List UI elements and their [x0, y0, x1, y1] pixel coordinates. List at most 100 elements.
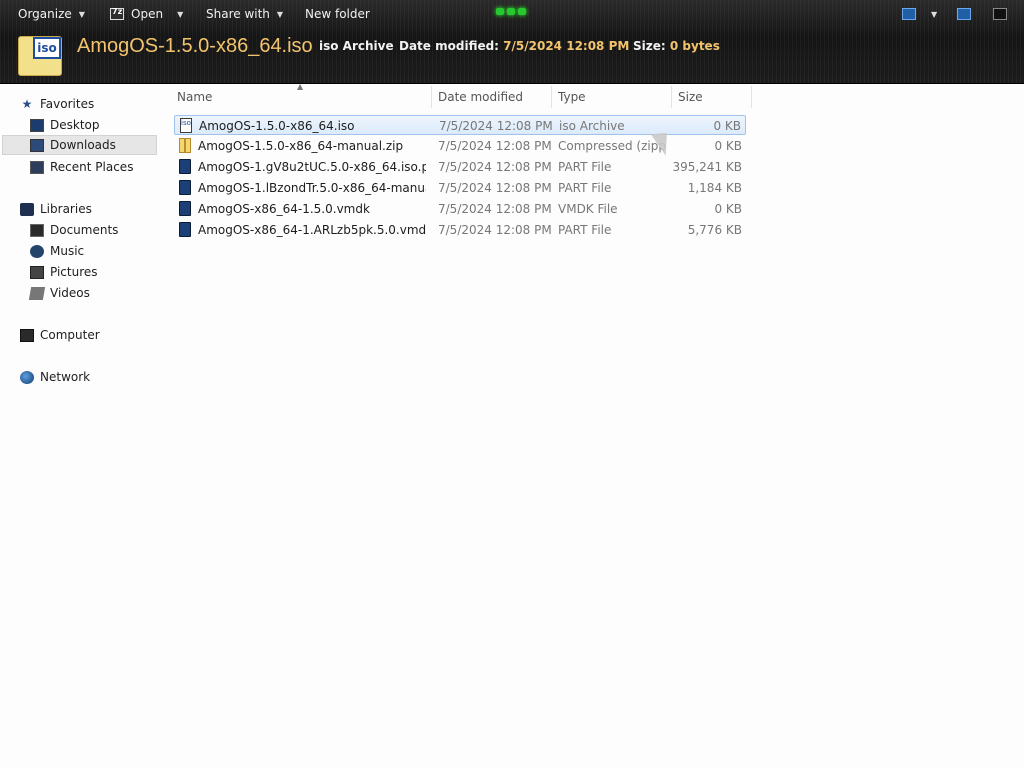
organize-button[interactable]: Organize ▼	[18, 7, 85, 21]
file-name: AmogOS-x86_64-1.5.0.vmdk	[198, 202, 370, 216]
share-with-button[interactable]: Share with ▼	[206, 7, 283, 21]
chevron-down-icon[interactable]: ▼	[177, 10, 183, 19]
column-headers: ▲ Name Date modified Type Size	[170, 82, 752, 108]
vmdk-file-icon	[179, 201, 191, 216]
change-view-icon[interactable]	[902, 8, 916, 20]
date-modified-label: Date modified:	[399, 39, 499, 53]
size-label: Size:	[633, 39, 666, 53]
part-file-icon	[179, 222, 191, 237]
zip-folder-icon	[179, 138, 191, 153]
organize-label: Organize	[18, 7, 72, 21]
file-size: 0 KB	[714, 139, 742, 153]
file-type: PART File	[558, 181, 612, 195]
network-icon	[20, 370, 34, 384]
nav-libraries-label: Libraries	[40, 202, 92, 216]
window-header: Organize ▼ Open ▼ Share with ▼ New folde…	[0, 0, 1024, 84]
recent-places-icon	[30, 160, 44, 174]
file-type: VMDK File	[558, 202, 618, 216]
nav-recent-places[interactable]: Recent Places	[30, 157, 133, 177]
size-value: 0 bytes	[669, 39, 720, 53]
open-label: Open	[131, 7, 164, 21]
nav-network-label: Network	[40, 370, 91, 384]
file-type: PART File	[558, 160, 612, 174]
file-size: 395,241 KB	[672, 160, 742, 174]
file-date: 7/5/2024 12:08 PM	[438, 139, 552, 153]
column-header-size[interactable]: Size	[678, 90, 703, 104]
nav-recent-label: Recent Places	[50, 160, 134, 174]
file-name: AmogOS-1.5.0-x86_64.iso	[199, 119, 355, 133]
file-date: 7/5/2024 12:08 PM	[438, 160, 552, 174]
nav-videos-label: Videos	[50, 286, 90, 300]
nav-music[interactable]: Music	[30, 241, 84, 261]
nav-desktop-label: Desktop	[50, 118, 100, 132]
sort-ascending-icon: ▲	[297, 82, 304, 91]
chevron-down-icon: ▼	[78, 9, 85, 19]
nav-libraries[interactable]: Libraries	[20, 199, 92, 219]
command-bar: Organize ▼ Open ▼ Share with ▼ New folde…	[0, 0, 1024, 30]
documents-icon	[30, 223, 44, 237]
file-name: AmogOS-x86_64-1.ARLzb5pk.5.0.vmdk.p...	[198, 223, 426, 237]
iso-archive-icon: iso	[18, 36, 62, 76]
file-list: ▲ Name Date modified Type Size AmogOS-1.…	[170, 82, 760, 768]
libraries-icon	[20, 202, 34, 216]
file-type: PART File	[558, 223, 612, 237]
column-header-type[interactable]: Type	[558, 90, 586, 104]
nav-favorites[interactable]: ★ Favorites	[20, 94, 95, 114]
file-row[interactable]: AmogOS-1.gV8u2tUC.5.0-x86_64.iso.part 7/…	[174, 157, 746, 177]
help-icon[interactable]	[993, 8, 1007, 20]
column-header-name[interactable]: Name	[177, 90, 212, 104]
file-date: 7/5/2024 12:08 PM	[438, 202, 552, 216]
file-date: 7/5/2024 12:08 PM	[438, 181, 552, 195]
date-modified-value: 7/5/2024 12:08 PM	[503, 39, 630, 53]
file-size: 1,184 KB	[687, 181, 742, 195]
nav-videos[interactable]: Videos	[28, 283, 90, 303]
column-divider[interactable]	[431, 86, 432, 108]
7zip-icon	[110, 7, 124, 20]
iso-file-icon	[180, 118, 192, 133]
star-icon: ★	[21, 97, 33, 111]
nav-downloads-label: Downloads	[50, 138, 116, 152]
column-header-date[interactable]: Date modified	[438, 90, 523, 104]
nav-documents[interactable]: Documents	[30, 220, 118, 240]
open-button[interactable]: Open ▼	[110, 7, 183, 21]
downloads-icon	[30, 138, 44, 152]
column-divider[interactable]	[671, 86, 672, 108]
nav-desktop[interactable]: Desktop	[30, 115, 100, 135]
column-divider[interactable]	[751, 86, 752, 108]
theme-indicator-icon	[496, 8, 528, 16]
preview-pane-icon[interactable]	[957, 8, 971, 20]
new-folder-button[interactable]: New folder	[305, 7, 370, 21]
file-row[interactable]: AmogOS-x86_64-1.ARLzb5pk.5.0.vmdk.p... 7…	[174, 220, 746, 240]
computer-icon	[20, 328, 34, 342]
chevron-down-icon: ▼	[276, 9, 284, 19]
file-row[interactable]: AmogOS-1.lBzondTr.5.0-x86_64-manual.... …	[174, 178, 746, 198]
chevron-down-icon[interactable]: ▼	[931, 10, 937, 19]
details-pane: iso AmogOS-1.5.0-x86_64.iso iso Archive …	[0, 30, 1024, 84]
file-date: 7/5/2024 12:08 PM	[439, 119, 553, 133]
nav-computer-label: Computer	[40, 328, 100, 342]
nav-network[interactable]: Network	[20, 367, 90, 387]
file-type: Compressed (zipp...	[558, 139, 666, 153]
file-size: 0 KB	[714, 202, 742, 216]
music-icon	[30, 244, 44, 258]
nav-pictures-label: Pictures	[50, 265, 98, 279]
desktop-icon	[30, 118, 44, 132]
nav-downloads[interactable]: Downloads	[2, 135, 157, 155]
part-file-icon	[179, 159, 191, 174]
part-file-icon	[179, 180, 191, 195]
file-date: 7/5/2024 12:08 PM	[438, 223, 552, 237]
file-name: AmogOS-1.gV8u2tUC.5.0-x86_64.iso.part	[198, 160, 426, 174]
file-type-value: iso Archive	[319, 39, 394, 53]
column-divider[interactable]	[551, 86, 552, 108]
share-with-label: Share with	[206, 7, 270, 21]
file-size: 0 KB	[713, 119, 741, 133]
file-row[interactable]: AmogOS-x86_64-1.5.0.vmdk 7/5/2024 12:08 …	[174, 199, 746, 219]
nav-pictures[interactable]: Pictures	[30, 262, 98, 282]
nav-favorites-label: Favorites	[40, 97, 95, 111]
file-name: AmogOS-1.5.0-x86_64-manual.zip	[198, 139, 404, 153]
selected-file-title: AmogOS-1.5.0-x86_64.iso	[77, 35, 313, 57]
pictures-icon	[30, 265, 44, 279]
new-folder-label: New folder	[305, 7, 370, 21]
file-size: 5,776 KB	[687, 223, 742, 237]
nav-computer[interactable]: Computer	[20, 325, 100, 345]
